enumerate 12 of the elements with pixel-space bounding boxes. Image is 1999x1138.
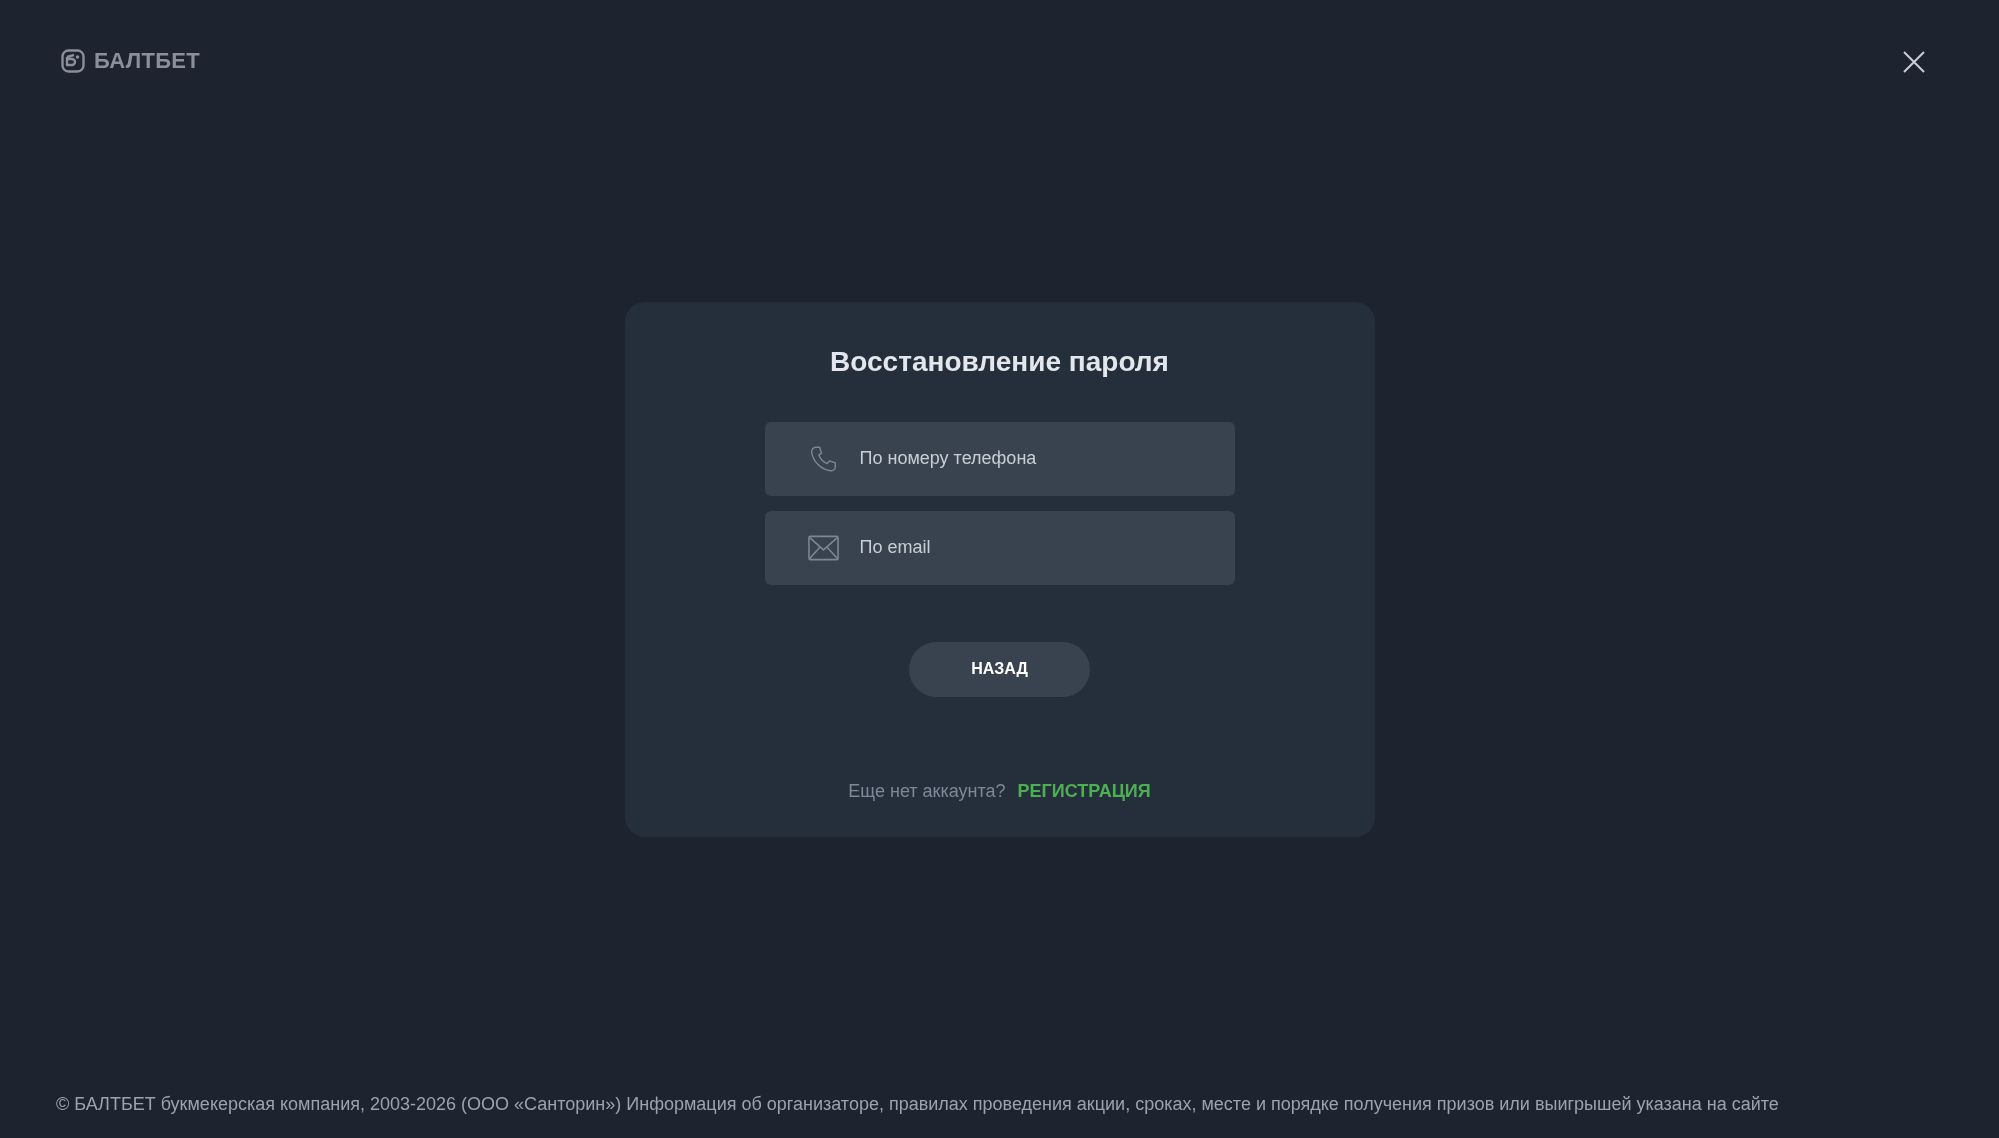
logo-text: БАЛТБЕТ [94, 48, 201, 74]
back-button[interactable]: НАЗАД [909, 641, 1090, 697]
dialog-title: Восстановление пароля [830, 344, 1169, 379]
recovery-option[interactable]: По номеру телефона [764, 421, 1235, 496]
signup-prompt: Еще нет аккаунта? [848, 780, 1006, 802]
envelope-icon [807, 533, 839, 562]
logo-icon [61, 49, 85, 73]
close-button[interactable] [1903, 51, 1925, 73]
footer-legal-text: © БАЛТБЕТ букмекерская компания, 2003-2026 (ООО «Санторин») Информация об организаторе, правилах проведения акции, сроках, месте и порядке получения призов или выигрышей указана на сайте [56, 1093, 1779, 1115]
recovery-option[interactable]: По email [764, 510, 1235, 585]
close-icon [1903, 51, 1925, 73]
signup-link[interactable]: РЕГИСТРАЦИЯ [1017, 780, 1151, 802]
